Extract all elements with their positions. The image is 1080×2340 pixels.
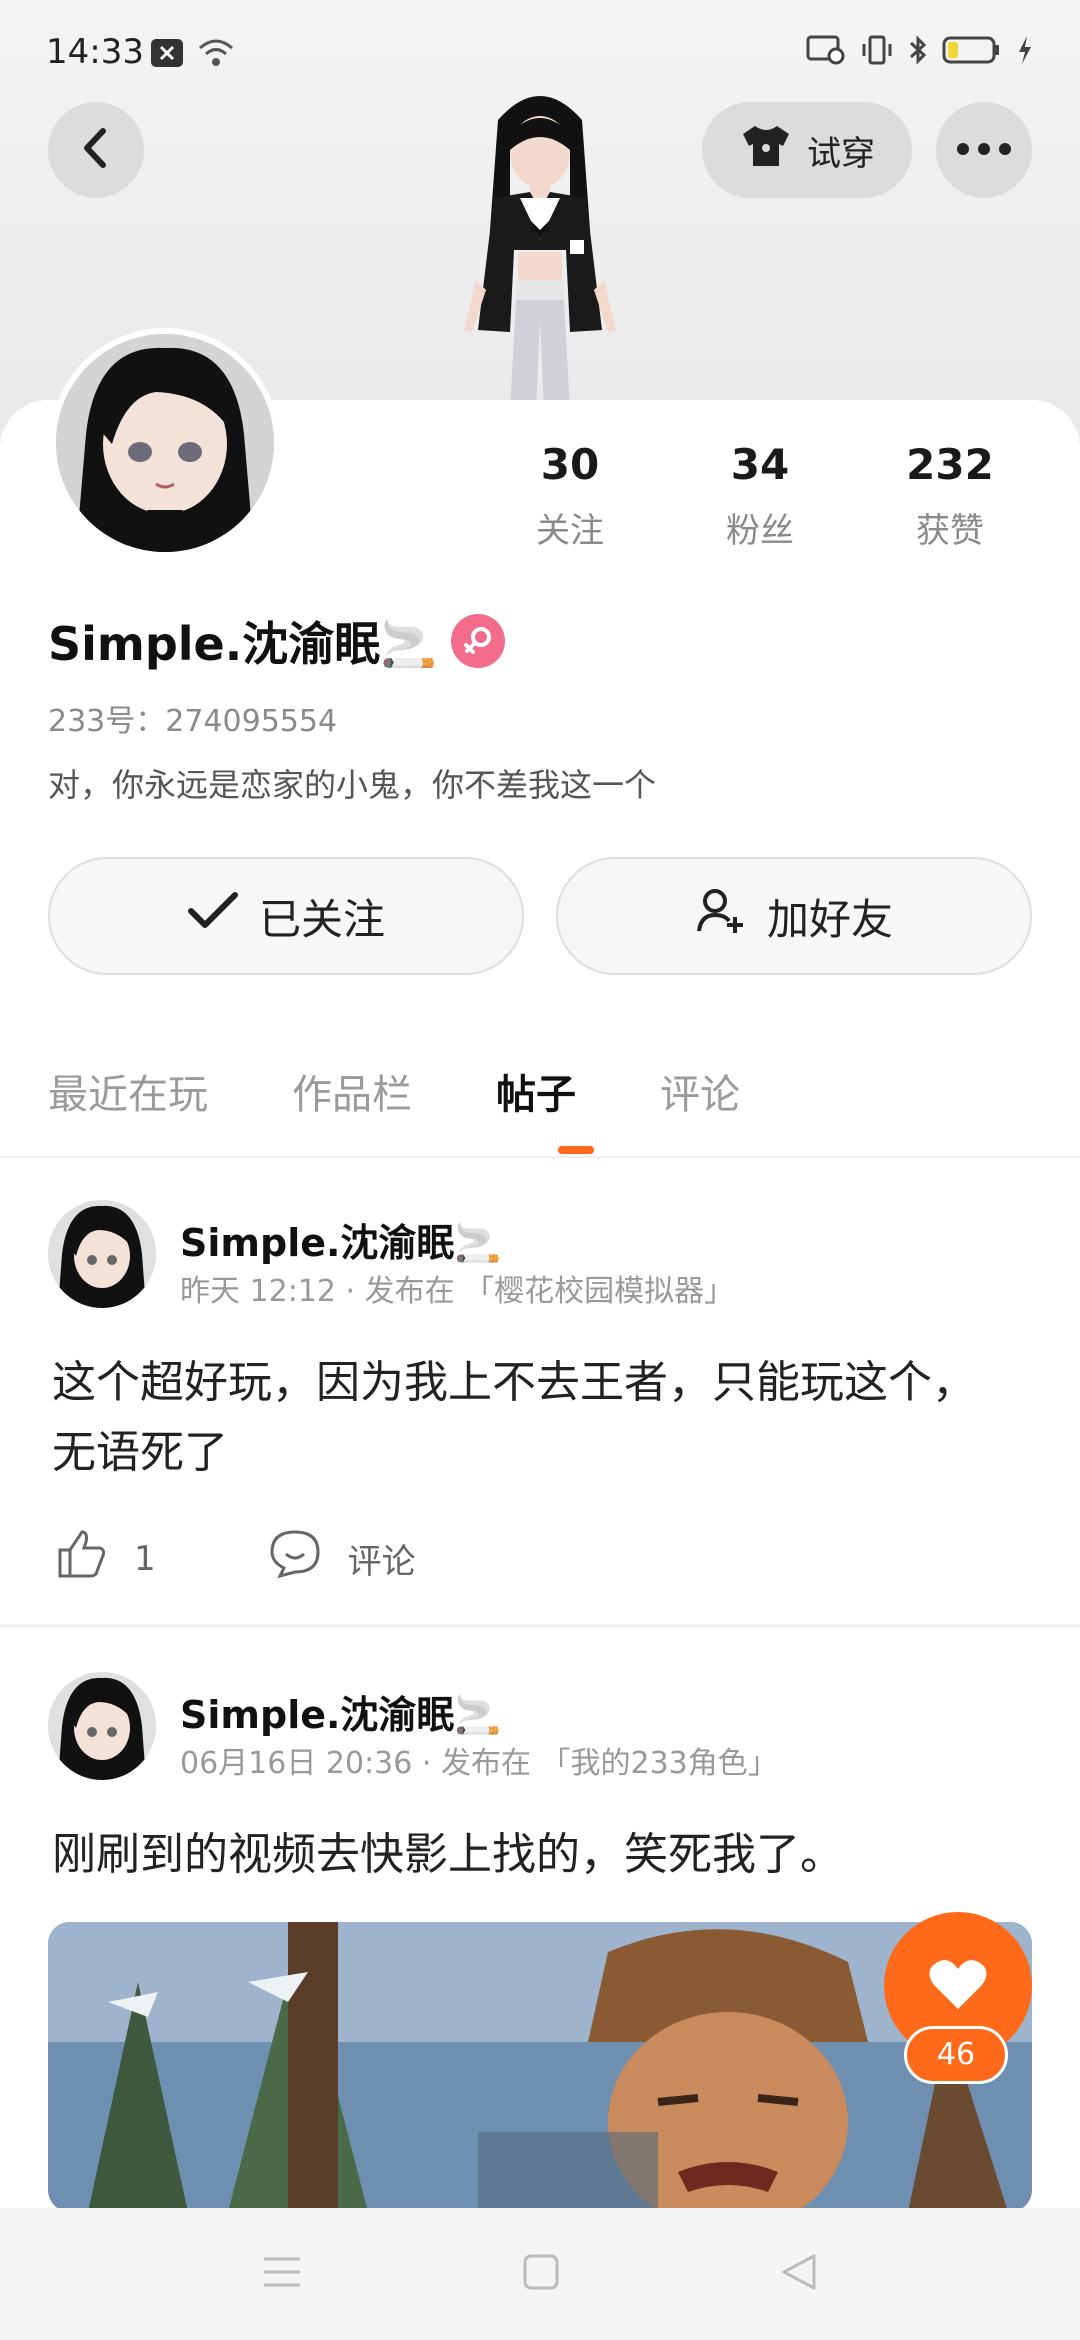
thumbs-up-icon[interactable] <box>56 1528 108 1589</box>
chevron-left-icon <box>76 126 116 174</box>
post-meta: 昨天 12:12 · 发布在 「樱花校园模拟器」 <box>180 1274 735 1309</box>
stat-following-count: 30 <box>540 440 600 489</box>
more-horizontal-icon <box>956 141 1012 160</box>
checkmark-icon <box>187 891 239 941</box>
post-actions: 1 评论 <box>56 1528 416 1589</box>
stat-likes-label: 获赞 <box>916 511 984 551</box>
charging-icon <box>1016 34 1034 70</box>
stat-following-label: 关注 <box>536 511 604 551</box>
tshirt-icon <box>739 122 793 179</box>
add-friend-button[interactable]: 加好友 <box>556 857 1032 975</box>
post-author-name[interactable]: Simple.沈渝眠🚬 <box>180 1212 502 1267</box>
post-author-avatar[interactable] <box>48 1200 156 1308</box>
post-meta: 06月16日 20:36 · 发布在 「我的233角色」 <box>180 1746 778 1781</box>
wifi-icon <box>198 38 234 72</box>
stat-following[interactable]: 30 关注 <box>490 440 650 552</box>
battery-icon <box>942 34 1002 70</box>
back-triangle-icon[interactable] <box>780 2252 818 2296</box>
notification-icon <box>150 38 184 72</box>
post-like-count: 1 <box>134 1538 156 1579</box>
profile-name: Simple.沈渝眠🚬 <box>48 617 438 671</box>
stat-followers[interactable]: 34 粉丝 <box>680 440 840 552</box>
profile-name-row: Simple.沈渝眠🚬 <box>48 608 506 674</box>
home-icon[interactable] <box>522 2253 560 2295</box>
active-tab-indicator <box>558 1146 594 1154</box>
try-on-button[interactable]: 试穿 <box>702 102 912 198</box>
post-author-name[interactable]: Simple.沈渝眠🚬 <box>180 1684 502 1739</box>
profile-bio: 对，你永远是恋家的小鬼，你不差我这一个 <box>48 766 657 804</box>
add-friend-label: 加好友 <box>766 894 893 944</box>
menu-icon[interactable] <box>262 2255 302 2293</box>
avatar-character-figure[interactable] <box>420 80 660 410</box>
more-options-button[interactable] <box>936 102 1032 198</box>
back-button[interactable] <box>48 102 144 198</box>
stat-likes[interactable]: 232 获赞 <box>870 440 1030 552</box>
account-id: 233号：274095554 <box>48 704 338 739</box>
system-navigation-bar <box>0 2208 1080 2340</box>
add-user-icon <box>695 885 747 947</box>
try-on-label: 试穿 <box>807 133 875 174</box>
stat-followers-count: 34 <box>730 440 790 489</box>
profile-tabs: 最近在玩 作品栏 帖子 评论 <box>48 1062 740 1120</box>
comment-label[interactable]: 评论 <box>348 1534 416 1583</box>
followed-label: 已关注 <box>258 894 385 944</box>
vibrate-icon <box>860 34 894 70</box>
cast-icon <box>806 34 846 70</box>
comment-icon[interactable] <box>268 1528 322 1589</box>
female-gender-icon <box>451 614 506 668</box>
heart-icon <box>928 1957 988 2015</box>
post-video-thumbnail[interactable] <box>48 1922 1032 2212</box>
profile-stats: 30 关注 34 粉丝 232 获赞 <box>490 440 1030 552</box>
status-time: 14:33 <box>46 32 144 72</box>
floating-like-count: 46 <box>904 2026 1008 2084</box>
post-divider <box>0 1624 1080 1628</box>
post-text: 刚刷到的视频去快影上找的，笑死我了。 <box>52 1829 844 1880</box>
tab-recently-played[interactable]: 最近在玩 <box>48 1062 208 1120</box>
post-author-avatar[interactable] <box>48 1672 156 1780</box>
tab-works[interactable]: 作品栏 <box>292 1062 412 1120</box>
tab-posts[interactable]: 帖子 <box>496 1062 576 1120</box>
followed-button[interactable]: 已关注 <box>48 857 524 975</box>
stat-followers-label: 粉丝 <box>726 511 794 551</box>
tab-comments[interactable]: 评论 <box>660 1062 740 1120</box>
avatar[interactable] <box>50 328 280 558</box>
post-text: 这个超好玩，因为我上不去王者，只能玩这个，无语死了 <box>52 1357 976 1478</box>
stat-likes-count: 232 <box>906 440 994 489</box>
tabs-divider <box>0 1156 1080 1158</box>
bluetooth-icon <box>908 34 928 70</box>
